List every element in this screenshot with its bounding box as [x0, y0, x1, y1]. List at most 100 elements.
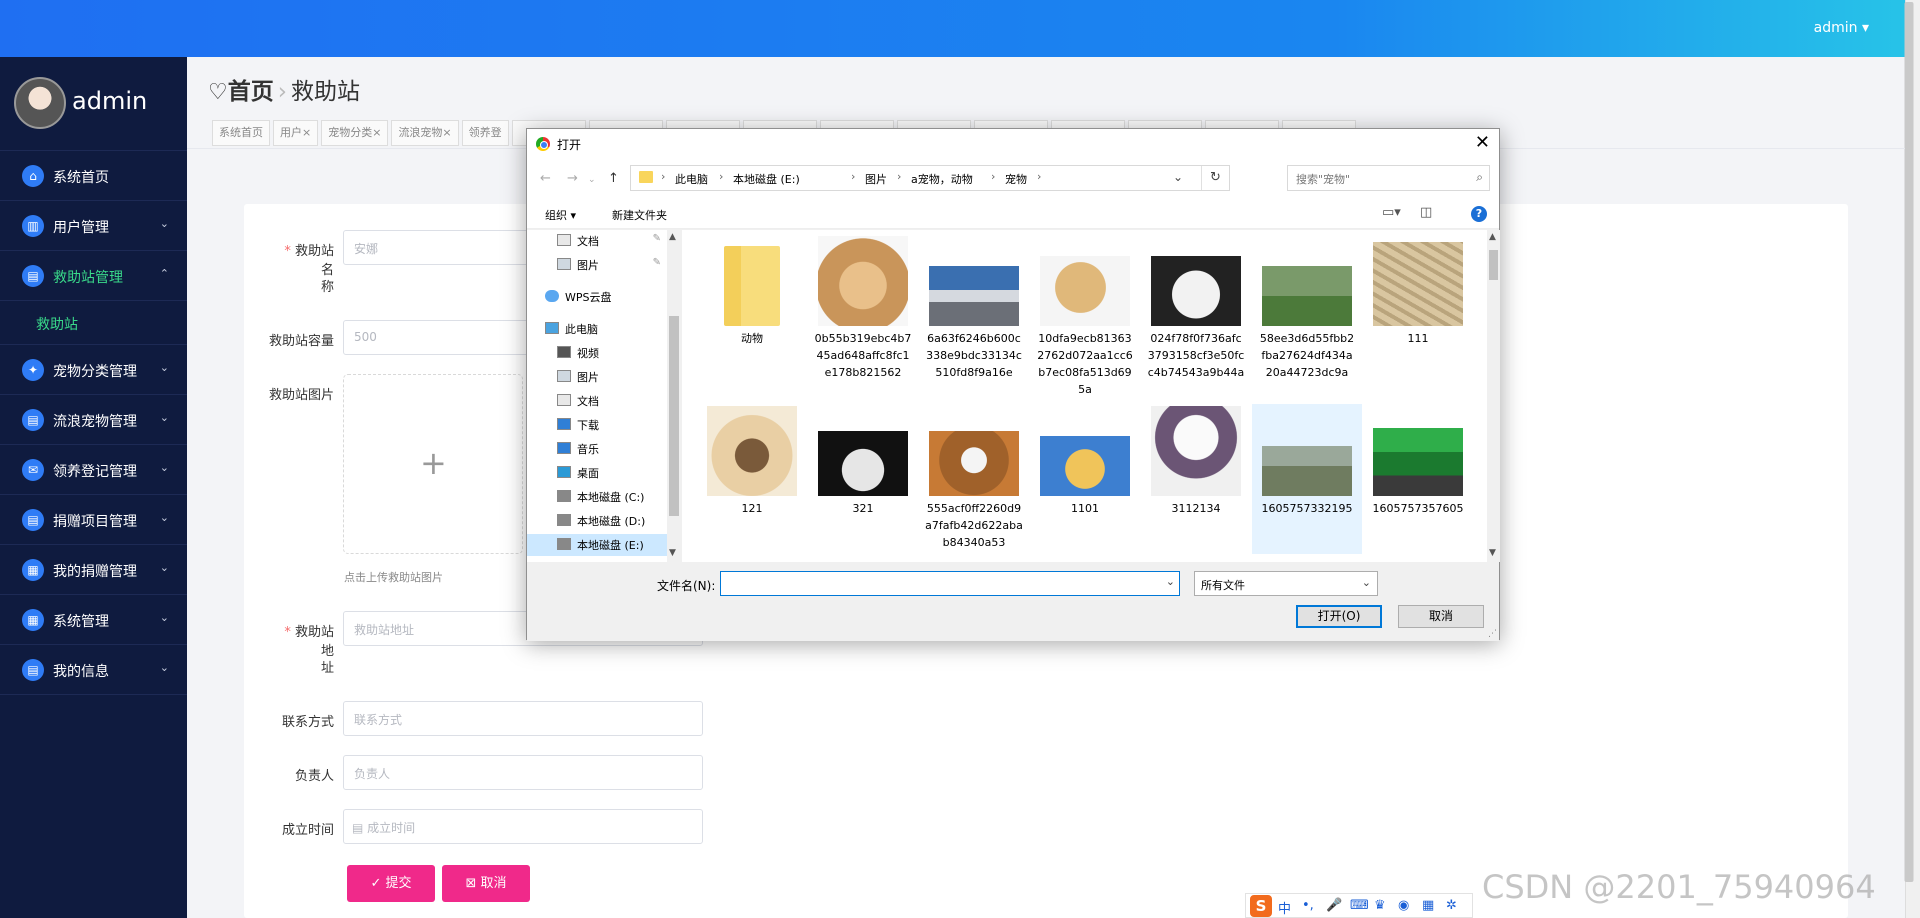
microphone-icon[interactable]: 🎤	[1326, 898, 1342, 913]
assistant-icon[interactable]: ◉	[1398, 898, 1409, 913]
nav-item[interactable]: 此电脑	[527, 318, 667, 340]
file-item[interactable]: 121	[697, 404, 807, 554]
submit-button[interactable]: ✓ 提交	[347, 865, 435, 902]
cancel-button[interactable]: ⊠ 取消	[442, 865, 530, 902]
organize-button[interactable]: 组织 ▾	[545, 207, 576, 223]
file-item[interactable]: 1605757332195	[1252, 404, 1362, 554]
search-input[interactable]: 搜索"宠物" ⌕	[1287, 165, 1490, 191]
filetype-select[interactable]: 所有文件 ⌄	[1194, 571, 1378, 596]
image-upload[interactable]: +	[343, 374, 523, 554]
help-icon[interactable]: ?	[1471, 206, 1487, 222]
resize-grip-icon[interactable]: ⋰	[1488, 629, 1497, 639]
grid-icon[interactable]: ▦	[1422, 898, 1434, 913]
path-segment[interactable]: 图片	[865, 171, 887, 187]
address-bar[interactable]: ⌄ ↻ › 此电脑 › 本地磁盘 (E:) › 图片 › a宠物，动物 › 宠物 ›	[630, 165, 1230, 191]
preview-pane-icon[interactable]: ◫	[1420, 205, 1432, 220]
open-button[interactable]: 打开(O)	[1296, 605, 1382, 628]
file-item[interactable]: 111	[1363, 234, 1473, 384]
chinese-mode-icon[interactable]: 中	[1278, 898, 1291, 917]
nav-item[interactable]: 本地磁盘 (D:)	[527, 510, 667, 532]
scroll-up-icon[interactable]: ▲	[669, 232, 676, 242]
tab-item[interactable]: 领养登	[461, 120, 509, 146]
nav-item[interactable]: 本地磁盘 (E:)	[527, 534, 667, 556]
forward-icon[interactable]: →	[567, 171, 578, 186]
nav-item[interactable]: 视频	[527, 342, 667, 364]
view-icon[interactable]: ▭▾	[1382, 205, 1401, 220]
recent-chevron-icon[interactable]: ⌄	[588, 175, 596, 185]
file-item[interactable]: 6a63f6246b600c338e9bdc33134c510fd8f9a16e	[919, 234, 1029, 384]
keyboard-icon[interactable]: ⌨	[1350, 898, 1369, 913]
tab-item[interactable]: 流浪宠物×	[391, 120, 459, 146]
filename-input[interactable]: ⌄	[720, 571, 1180, 596]
contact-input[interactable]: 联系方式	[343, 701, 703, 736]
sidebar-item[interactable]: ✦ 宠物分类管理 ⌄	[0, 345, 187, 395]
chevron-down-icon[interactable]: ⌄	[1166, 575, 1175, 588]
sidebar-item[interactable]: ✉ 领养登记管理 ⌄	[0, 445, 187, 495]
file-item[interactable]: 321	[808, 404, 918, 554]
refresh-icon[interactable]: ↻	[1201, 166, 1229, 190]
sidebar-item[interactable]: ▤ 救助站管理 ⌃	[0, 251, 187, 301]
file-item[interactable]: 555acf0ff2260d9a7fafb42d622abab84340a53	[919, 404, 1029, 554]
path-separator-icon[interactable]: ›	[1037, 170, 1041, 183]
tab-item[interactable]: 用户×	[273, 120, 319, 146]
path-segment[interactable]: 宠物	[1005, 171, 1027, 187]
path-separator-icon[interactable]: ›	[851, 170, 855, 183]
new-folder-button[interactable]: 新建文件夹	[612, 207, 667, 223]
file-scrollbar[interactable]: ▲ ▼	[1487, 230, 1500, 562]
sogou-icon[interactable]: S	[1250, 895, 1272, 917]
tab-item[interactable]: 系统首页	[212, 120, 270, 146]
nav-scrollbar-thumb[interactable]	[669, 316, 679, 516]
file-scrollbar-thumb[interactable]	[1489, 250, 1498, 280]
path-separator-icon[interactable]: ›	[661, 170, 665, 183]
page-scrollbar[interactable]	[1904, 0, 1920, 918]
file-item[interactable]: 1605757357605	[1363, 404, 1473, 554]
user-menu[interactable]: admin ▾	[1814, 20, 1869, 36]
path-segment[interactable]: 此电脑	[675, 171, 708, 187]
nav-item[interactable]: 下载	[527, 414, 667, 436]
file-item[interactable]: 58ee3d6d55fbb2fba27624df434a20a44723dc9a	[1252, 234, 1362, 384]
close-icon[interactable]: ✕	[1475, 132, 1490, 153]
path-separator-icon[interactable]: ›	[719, 170, 723, 183]
path-segment[interactable]: a宠物，动物	[911, 171, 973, 187]
nav-scrollbar[interactable]: ▲ ▼	[667, 230, 681, 562]
nav-item[interactable]: WPS云盘	[527, 286, 667, 308]
nav-item[interactable]: 音乐	[527, 438, 667, 460]
scroll-up-icon[interactable]: ▲	[1489, 232, 1496, 242]
sidebar-item[interactable]: ▦ 我的捐赠管理 ⌄	[0, 545, 187, 595]
scroll-down-icon[interactable]: ▼	[669, 548, 676, 558]
settings-icon[interactable]: ✲	[1446, 898, 1457, 913]
nav-item[interactable]: 文档 ✎	[527, 230, 667, 252]
scroll-down-icon[interactable]: ▼	[1489, 548, 1496, 558]
sidebar-item[interactable]: ▤ 流浪宠物管理 ⌄	[0, 395, 187, 445]
dialog-cancel-button[interactable]: 取消	[1398, 605, 1484, 628]
nav-item[interactable]: 图片 ✎	[527, 254, 667, 276]
page-scrollbar-thumb[interactable]	[1904, 2, 1914, 882]
path-segment[interactable]: 本地磁盘 (E:)	[733, 171, 800, 187]
sidebar-subitem-station[interactable]: 救助站	[0, 301, 187, 345]
skin-icon[interactable]: ♛	[1374, 898, 1386, 913]
nav-item[interactable]: 桌面	[527, 462, 667, 484]
file-item[interactable]: 1101	[1030, 404, 1140, 554]
sidebar-item[interactable]: ▦ 系统管理 ⌄	[0, 595, 187, 645]
path-separator-icon[interactable]: ›	[897, 170, 901, 183]
punctuation-icon[interactable]: •,	[1302, 898, 1314, 913]
file-item[interactable]: 024f78f0f736afc3793158cf3e50fcc4b74543a9…	[1141, 234, 1251, 384]
up-icon[interactable]: ↑	[608, 171, 619, 186]
path-separator-icon[interactable]: ›	[991, 170, 995, 183]
sidebar-item[interactable]: ▥ 用户管理 ⌄	[0, 201, 187, 251]
nav-item[interactable]: 图片	[527, 366, 667, 388]
file-item-folder[interactable]: 动物	[697, 234, 807, 384]
tab-item[interactable]: 宠物分类×	[321, 120, 389, 146]
file-item[interactable]: 3112134	[1141, 404, 1251, 554]
nav-item[interactable]: 本地磁盘 (C:)	[527, 486, 667, 508]
date-input[interactable]: ▤ 成立时间	[343, 809, 703, 844]
file-item[interactable]: 0b55b319ebc4b745ad648affc8fc1e178b821562	[808, 234, 918, 384]
breadcrumb-home[interactable]: 首页	[228, 79, 274, 105]
nav-item[interactable]: 文档	[527, 390, 667, 412]
sidebar-item[interactable]: ⌂ 系统首页	[0, 151, 187, 201]
chevron-down-icon[interactable]: ⌄	[1173, 170, 1183, 184]
manager-input[interactable]: 负责人	[343, 755, 703, 790]
file-item[interactable]: 10dfa9ecb813632762d072aa1cc6b7ec08fa513d…	[1030, 234, 1140, 396]
sidebar-item[interactable]: ▤ 捐赠项目管理 ⌄	[0, 495, 187, 545]
back-icon[interactable]: ←	[540, 171, 551, 186]
